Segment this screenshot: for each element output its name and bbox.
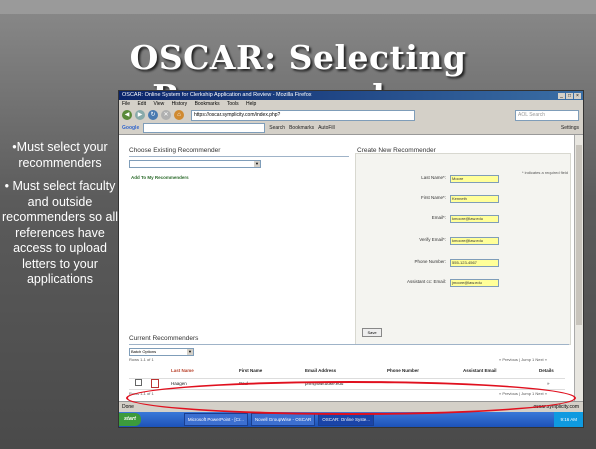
first-name-field[interactable]: Kenneth [450,195,499,203]
col-details[interactable]: Details [539,367,554,375]
menu-file[interactable]: File [122,101,130,107]
close-button[interactable]: × [574,93,581,99]
last-name-label: Last Name*: [421,175,446,180]
navigation-toolbar: ◀ ▶ ↻ ✕ ⌂ https://oscar.symplicity.com/i… [119,108,583,122]
form-row-last-name: Last Name*: Moore [356,174,570,183]
divider [129,156,349,157]
current-recommenders-title: Current Recommenders [129,335,199,342]
col-assistant-email[interactable]: Assistant Email [463,367,497,375]
slide-background: OSCAR: Selecting Recommenders •Must sele… [0,0,596,449]
menu-help[interactable]: Help [246,101,256,107]
stop-icon[interactable]: ✕ [161,110,171,120]
pager-top[interactable]: « Previous | Jump 1 Next » [499,357,547,362]
bullet-1: •Must select your recommenders [12,140,108,170]
google-search-button[interactable]: Search [269,125,285,131]
autofill-button[interactable]: AutoFill [318,125,335,131]
google-toolbar: Google Search Bookmarks AutoFill Setting… [119,122,583,135]
start-button[interactable]: start [119,413,141,426]
menu-view[interactable]: View [153,101,164,107]
google-search-input[interactable] [143,123,266,133]
col-last-name[interactable]: Last Name [171,367,194,375]
status-text: Done [122,404,134,410]
menu-tools[interactable]: Tools [227,101,239,107]
menu-history[interactable]: History [172,101,188,107]
last-name-field[interactable]: Moore [450,175,499,183]
window-controls: _ □ × [557,92,581,101]
form-row-verify-email: Verify Email*: kmoore@law.edu [356,236,570,245]
batch-options-select[interactable]: Batch Options ▼ [129,348,194,356]
minimize-button[interactable]: _ [558,93,565,99]
phone-field[interactable]: 555-123-4567 [450,259,499,267]
verify-email-label: Verify Email*: [419,237,446,242]
col-phone[interactable]: Phone Number [387,367,419,375]
slide-top-band [0,0,596,14]
details-link[interactable]: » [547,379,550,389]
search-box[interactable]: AOL Search [515,109,579,121]
vertical-scrollbar[interactable] [574,135,583,401]
batch-options-value: Batch Options [131,349,157,354]
assistant-email-label: Assistant cc: Email: [406,279,446,284]
maximize-button[interactable]: □ [566,93,573,99]
existing-recommender-select[interactable]: ▼ [129,160,261,168]
table-header: Last Name First Name Email Address Phone… [129,367,565,375]
forward-arrow-icon[interactable]: ▶ [135,110,145,120]
highlight-oval [126,381,576,415]
google-logo: Google [122,125,140,131]
scrollbar-thumb[interactable] [576,145,582,325]
menu-edit[interactable]: Edit [137,101,146,107]
chevron-down-icon: ▼ [187,349,193,355]
form-row-first-name: First Name*: Kenneth [356,194,570,203]
first-name-label: First Name*: [420,195,446,200]
rows-count-top: Rows 1-1 of 1 [129,357,154,362]
col-email[interactable]: Email Address [305,367,336,375]
add-to-my-recommenders-button[interactable]: Add To My Recommenders [131,175,189,180]
window-title: OSCAR: Online System for Clerkship Appli… [122,92,312,98]
bookmarks-button[interactable]: Bookmarks [289,125,314,131]
form-row-email: Email*: kmoore@law.edu [356,214,570,223]
task-powerpoint[interactable]: Microsoft PowerPoint - [Cr... [183,413,248,426]
form-row-phone: Phone Number: 555-123-4567 [356,258,570,267]
col-first-name[interactable]: First Name [239,367,262,375]
form-row-assistant-email: Assistant cc: Email: jmoore@law.edu [356,278,570,287]
choose-existing-title: Choose Existing Recommender [129,147,221,154]
slide-bullets: •Must select your recommenders • Must se… [2,140,118,296]
address-bar[interactable]: https://oscar.symplicity.com/index.php? [191,109,415,121]
email-label: Email*: [431,215,446,220]
row-checkbox[interactable] [135,379,142,386]
back-arrow-icon[interactable]: ◀ [122,110,132,120]
bullet-2: • Must select faculty and outside recomm… [2,179,119,286]
system-tray-clock: 9:16 AM [554,412,583,427]
window-titlebar: OSCAR: Online System for Clerkship Appli… [119,91,583,100]
chevron-down-icon: ▼ [254,161,260,167]
phone-label: Phone Number: [414,259,446,264]
menu-bar: File Edit View History Bookmarks Tools H… [119,100,583,108]
reload-icon[interactable]: ↻ [148,110,158,120]
settings-button[interactable]: Settings [561,125,579,131]
email-field[interactable]: kmoore@law.edu [450,215,499,223]
verify-email-field[interactable]: kmoore@law.edu [450,237,499,245]
home-icon[interactable]: ⌂ [174,110,184,120]
page-content: Choose Existing Recommender ▼ Add To My … [119,135,575,401]
browser-window: OSCAR: Online System for Clerkship Appli… [118,90,584,428]
divider [129,344,569,345]
task-groupwise[interactable]: Novell GroupWise - OSCAR [250,413,316,426]
create-recommender-form: * indicates a required field Last Name*:… [355,153,571,345]
save-button[interactable]: Save [362,328,382,337]
document-icon[interactable] [151,379,159,388]
assistant-email-field[interactable]: jmoore@law.edu [450,279,499,287]
menu-bookmarks[interactable]: Bookmarks [195,101,220,107]
